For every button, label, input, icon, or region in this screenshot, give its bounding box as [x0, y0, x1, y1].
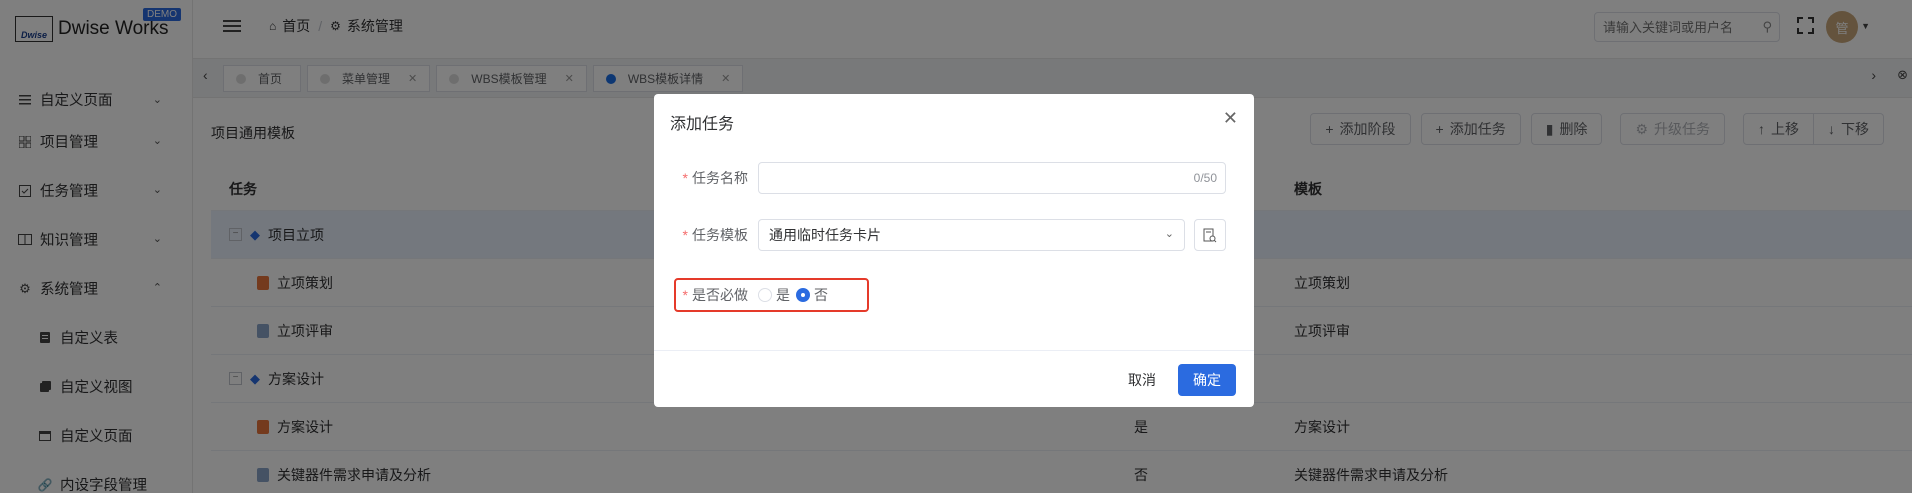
- required-row: * 是否必做 是 否: [654, 278, 1254, 312]
- template-preview-button[interactable]: [1194, 219, 1226, 251]
- task-name-label: 任务名称: [692, 170, 748, 186]
- char-counter: 0/50: [1193, 171, 1217, 185]
- task-template-row: * 任务模板 通用临时任务卡片 ⌄: [654, 219, 1254, 251]
- dialog-divider: [654, 350, 1254, 351]
- radio-circle: [796, 288, 810, 302]
- radio-label: 否: [814, 287, 828, 303]
- dialog-footer: 取消 确定: [1116, 364, 1236, 396]
- close-icon[interactable]: ✕: [1223, 108, 1238, 129]
- required-mark: *: [682, 170, 688, 186]
- radio-no[interactable]: 否: [796, 285, 828, 305]
- template-value: 通用临时任务卡片: [769, 227, 881, 243]
- template-select[interactable]: 通用临时任务卡片 ⌄: [758, 219, 1185, 251]
- required-label: 是否必做: [692, 287, 748, 303]
- template-label: 任务模板: [692, 227, 748, 243]
- cancel-button[interactable]: 取消: [1116, 364, 1168, 396]
- chevron-down-icon: ⌄: [1164, 228, 1174, 240]
- document-search-icon: [1203, 228, 1217, 242]
- radio-yes[interactable]: 是: [758, 285, 790, 305]
- task-name-input[interactable]: 0/50: [758, 162, 1226, 194]
- form-label: * 任务名称: [654, 168, 758, 188]
- required-mark: *: [682, 227, 688, 243]
- add-task-dialog: 添加任务 ✕ * 任务名称 0/50 * 任务模板 通用临时任务卡片 ⌄ * 是否必做…: [654, 94, 1254, 407]
- radio-label: 是: [776, 287, 790, 303]
- required-mark: *: [682, 287, 688, 303]
- radio-circle: [758, 288, 772, 302]
- confirm-button[interactable]: 确定: [1178, 364, 1236, 396]
- task-name-row: * 任务名称 0/50: [654, 162, 1254, 194]
- dialog-title: 添加任务: [670, 116, 735, 133]
- form-label: * 任务模板: [654, 225, 758, 245]
- form-label: * 是否必做: [654, 285, 758, 305]
